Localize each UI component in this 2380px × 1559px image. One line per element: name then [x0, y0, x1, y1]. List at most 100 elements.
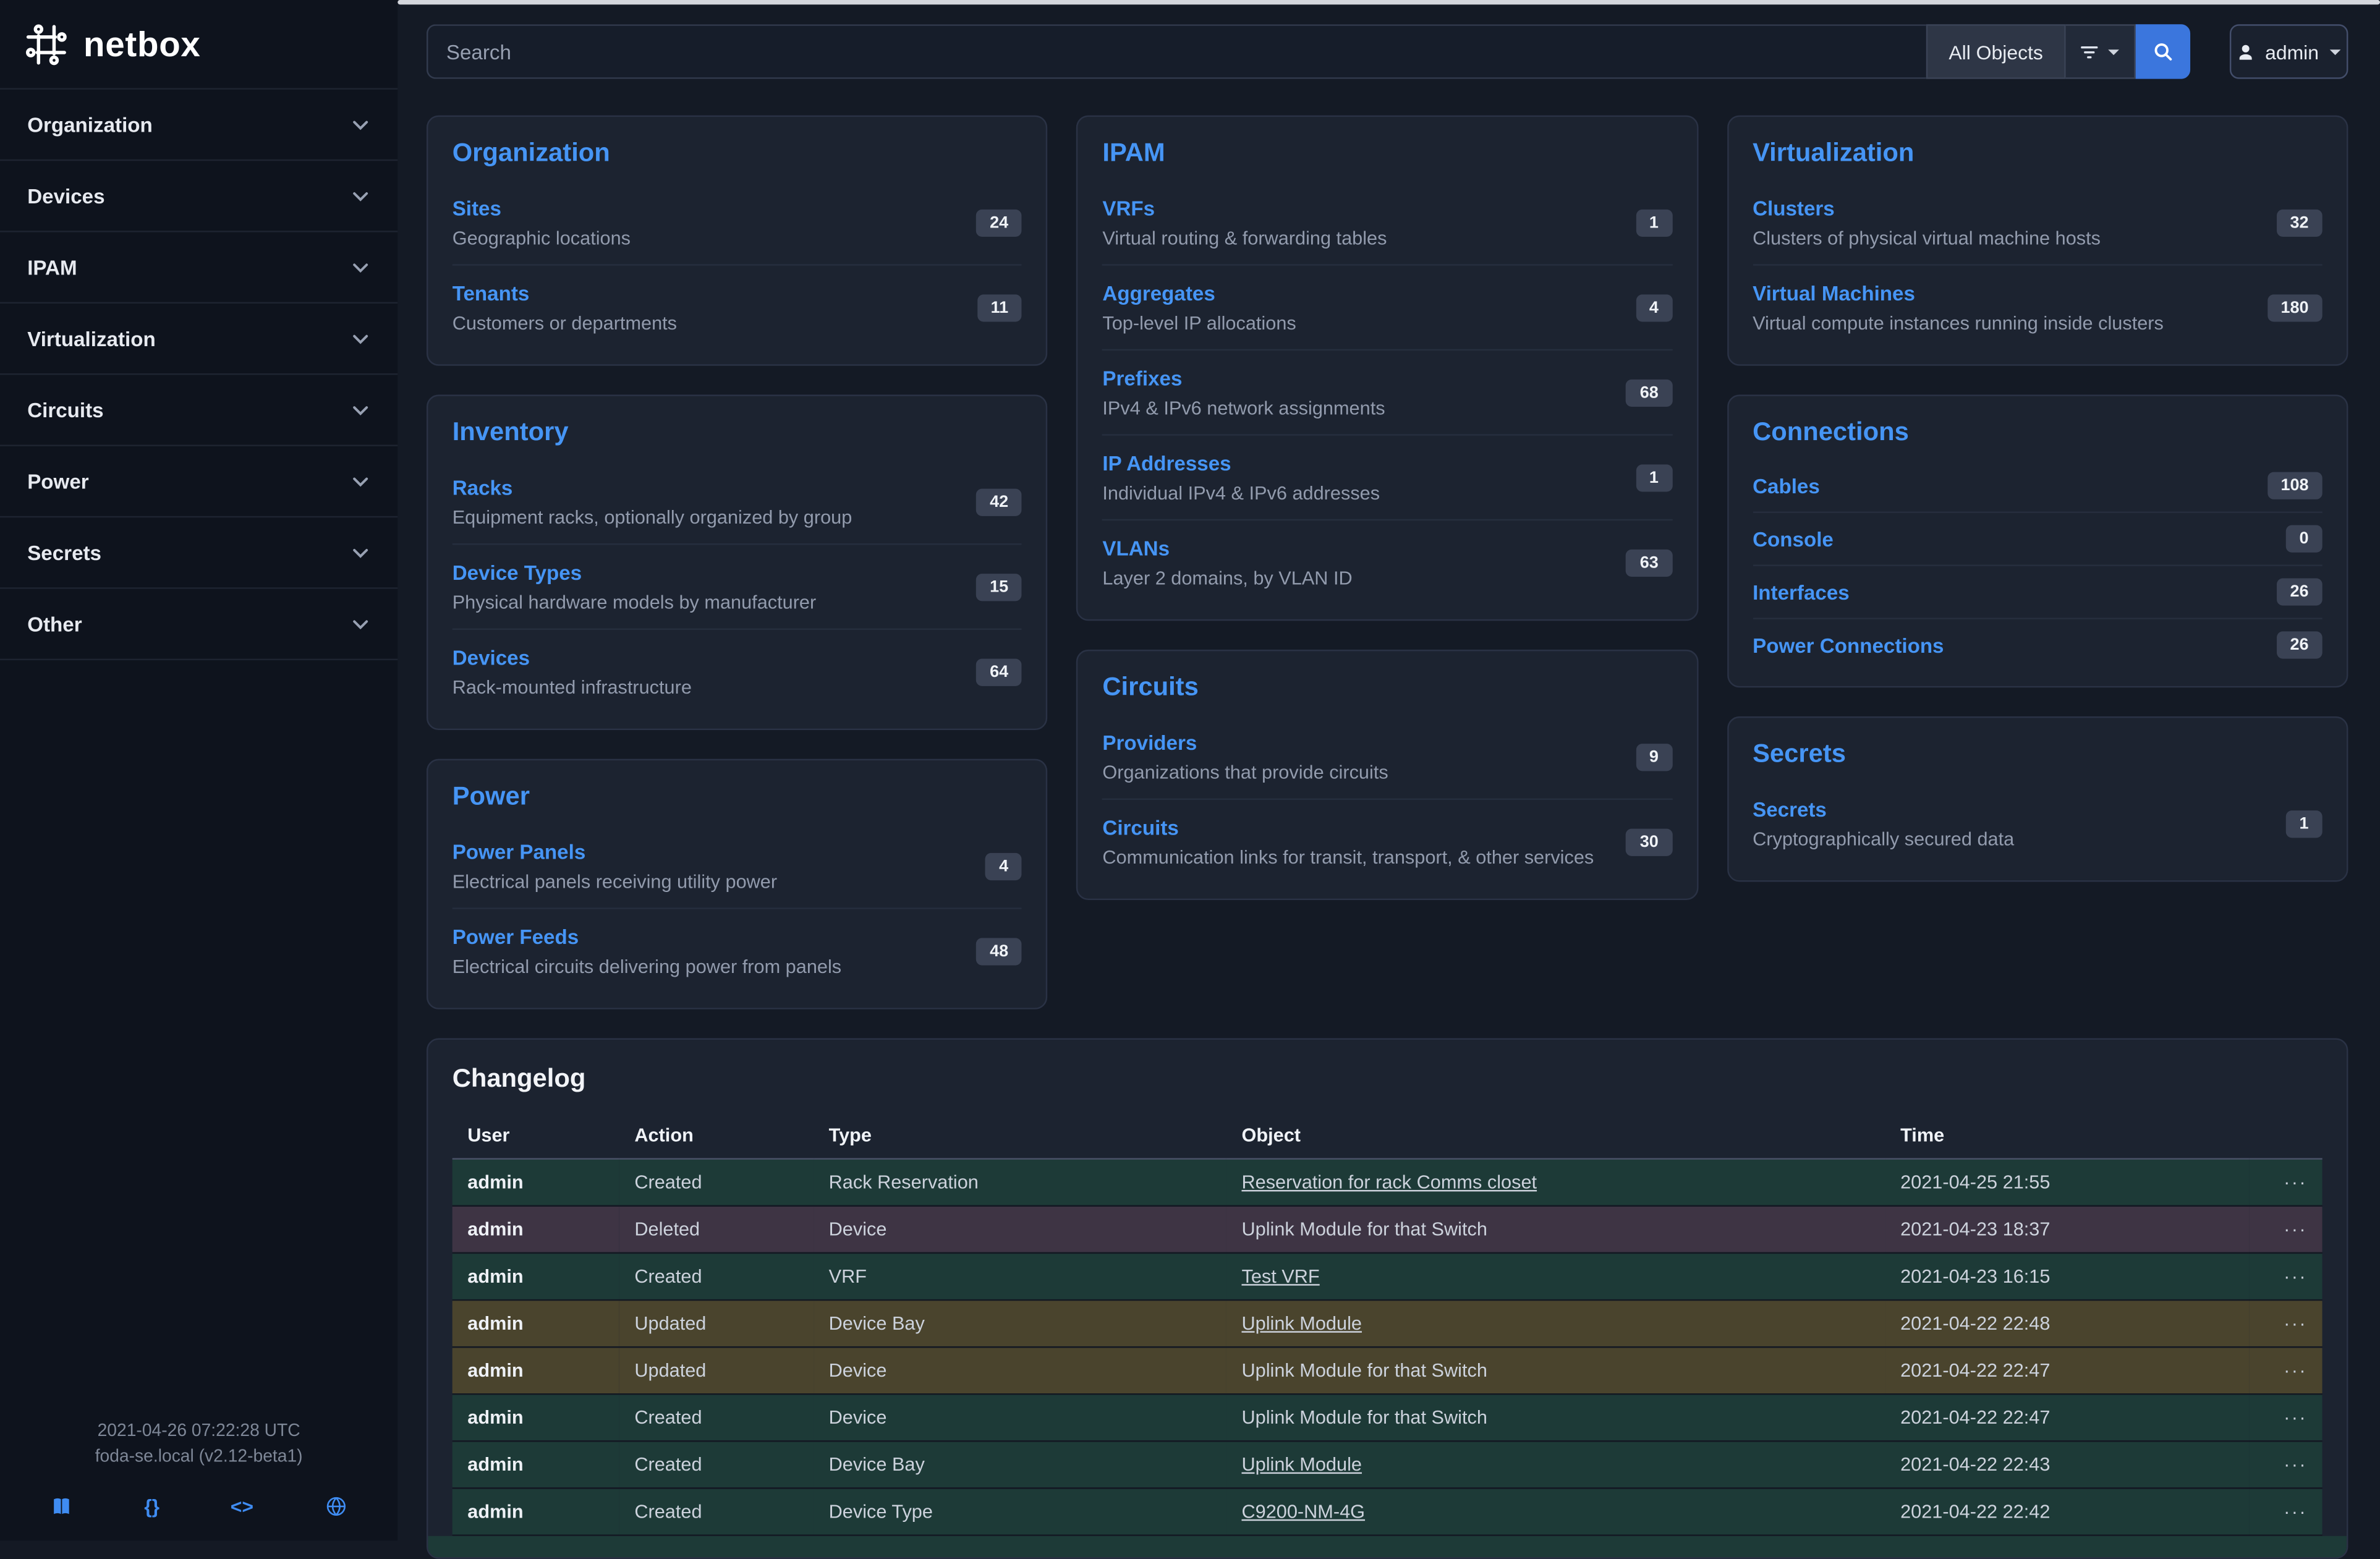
device-types-link[interactable]: Device Types: [453, 561, 582, 584]
globe-icon[interactable]: [325, 1495, 347, 1518]
changelog-row: admin Created Device Uplink Module for t…: [453, 1394, 2323, 1441]
card-circuits: Circuits Providers Organizations that pr…: [1077, 650, 1698, 900]
power-connections-link[interactable]: Power Connections: [1753, 634, 1944, 656]
changelog-object-link[interactable]: Uplink Module: [1241, 1313, 1362, 1334]
sidebar-item-virtualization[interactable]: Virtualization: [0, 304, 397, 375]
filter-icon: [2080, 42, 2099, 62]
user-icon: [2236, 42, 2256, 62]
sidebar-item-circuits[interactable]: Circuits: [0, 375, 397, 446]
row-more-button[interactable]: ···: [2250, 1441, 2323, 1488]
card-title: Inventory: [453, 417, 1022, 448]
search-submit-button[interactable]: [2136, 24, 2190, 79]
changelog-type: Device Bay: [814, 1300, 1226, 1347]
sidebar-item-label: Secrets: [27, 541, 101, 564]
row-more-button[interactable]: ···: [2250, 1347, 2323, 1394]
object-description: Cryptographically secured data: [1753, 829, 2014, 850]
object-description: Layer 2 domains, by VLAN ID: [1102, 567, 1352, 588]
col-user: User: [453, 1113, 619, 1159]
circuits-link[interactable]: Circuits: [1102, 817, 1178, 839]
cables-link[interactable]: Cables: [1753, 474, 1820, 497]
user-name: admin: [2265, 40, 2319, 63]
object-row: Virtual Machines Virtual compute instanc…: [1753, 264, 2323, 349]
filter-options-button[interactable]: [2066, 24, 2136, 79]
rest-api-braces-icon[interactable]: {}: [144, 1495, 159, 1518]
changelog-action: Deleted: [619, 1206, 814, 1253]
row-more-button[interactable]: ···: [2250, 1300, 2323, 1347]
changelog-time: 2021-04-22 22:48: [1885, 1300, 2250, 1347]
search-icon: [2153, 41, 2174, 62]
object-row: Secrets Cryptographically secured data 1: [1753, 782, 2323, 865]
power-panels-link[interactable]: Power Panels: [453, 841, 586, 864]
row-more-button[interactable]: ···: [2250, 1488, 2323, 1535]
row-more-button[interactable]: ···: [2250, 1159, 2323, 1206]
count-badge: 30: [1626, 828, 1672, 855]
netbox-logo[interactable]: netbox: [0, 0, 397, 88]
chevron-down-icon: [351, 329, 370, 349]
changelog-object-link[interactable]: C9200-NM-4G: [1241, 1501, 1365, 1522]
sidebar-item-ipam[interactable]: IPAM: [0, 232, 397, 304]
code-icon[interactable]: <>: [231, 1495, 253, 1518]
changelog-time: 2021-04-22 22:42: [1885, 1488, 2250, 1535]
object-description: Clusters of physical virtual machine hos…: [1753, 227, 2101, 249]
count-badge: 4: [985, 852, 1022, 880]
changelog-action: Created: [619, 1441, 814, 1488]
sidebar-item-devices[interactable]: Devices: [0, 161, 397, 232]
secrets-link[interactable]: Secrets: [1753, 799, 1827, 822]
object-description: Customers or departments: [453, 313, 677, 334]
power-feeds-link[interactable]: Power Feeds: [453, 926, 579, 949]
changelog-action: Created: [619, 1253, 814, 1300]
object-row: Clusters Clusters of physical virtual ma…: [1753, 181, 2323, 264]
docs-book-icon[interactable]: [51, 1495, 74, 1518]
object-row: Interfaces 26: [1753, 564, 2323, 618]
changelog-panel: Changelog User Action Type Object Time: [427, 1038, 2348, 1558]
prefixes-link[interactable]: Prefixes: [1102, 367, 1182, 390]
object-row: Tenants Customers or departments 11: [453, 264, 1022, 349]
console-link[interactable]: Console: [1753, 527, 1834, 550]
user-menu-button[interactable]: admin: [2230, 24, 2348, 79]
col-type: Type: [814, 1113, 1226, 1159]
ip-addresses-link[interactable]: IP Addresses: [1102, 452, 1231, 475]
all-objects-button[interactable]: All Objects: [1926, 24, 2065, 79]
object-description: Equipment racks, optionally organized by…: [453, 507, 852, 528]
sidebar-item-organization[interactable]: Organization: [0, 90, 397, 161]
aggregates-link[interactable]: Aggregates: [1102, 282, 1215, 305]
top-scrollbar[interactable]: [397, 0, 2380, 4]
virtual-machines-link[interactable]: Virtual Machines: [1753, 282, 1915, 305]
row-more-button[interactable]: ···: [2250, 1394, 2323, 1441]
row-more-button[interactable]: ···: [2250, 1253, 2323, 1300]
object-row: Racks Equipment racks, optionally organi…: [453, 460, 1022, 543]
object-description: Communication links for transit, transpo…: [1102, 847, 1594, 868]
object-row: VRFs Virtual routing & forwarding tables…: [1102, 181, 1672, 264]
tenants-link[interactable]: Tenants: [453, 282, 530, 305]
object-row: VLANs Layer 2 domains, by VLAN ID 63: [1102, 519, 1672, 604]
sidebar-item-label: Organization: [27, 113, 153, 136]
changelog-object-link[interactable]: Uplink Module: [1241, 1454, 1362, 1475]
caret-down-icon: [2328, 45, 2342, 58]
changelog-user: admin: [453, 1253, 619, 1300]
changelog-object-link[interactable]: Reservation for rack Comms closet: [1241, 1172, 1537, 1193]
col-time: Time: [1885, 1113, 2250, 1159]
vlans-link[interactable]: VLANs: [1102, 537, 1170, 560]
row-more-button[interactable]: ···: [2250, 1206, 2323, 1253]
card-title: Organization: [453, 138, 1022, 168]
object-description: Rack-mounted infrastructure: [453, 677, 692, 698]
sidebar-item-power[interactable]: Power: [0, 446, 397, 517]
sidebar-item-other[interactable]: Other: [0, 589, 397, 660]
changelog-object-link[interactable]: Test VRF: [1241, 1266, 1319, 1287]
vrfs-link[interactable]: VRFs: [1102, 197, 1155, 220]
sidebar: netbox Organization Devices IPAM Virtual…: [0, 0, 397, 1540]
object-description: Top-level IP allocations: [1102, 313, 1296, 334]
sidebar-item-secrets[interactable]: Secrets: [0, 517, 397, 588]
object-row: IP Addresses Individual IPv4 & IPv6 addr…: [1102, 434, 1672, 519]
devices-link[interactable]: Devices: [453, 647, 530, 669]
object-row: Providers Organizations that provide cir…: [1102, 715, 1672, 798]
providers-link[interactable]: Providers: [1102, 731, 1197, 754]
sidebar-item-label: Virtualization: [27, 327, 156, 350]
sidebar-item-label: Circuits: [27, 399, 103, 422]
racks-link[interactable]: Racks: [453, 477, 513, 499]
clusters-link[interactable]: Clusters: [1753, 197, 1835, 220]
changelog-header-row: User Action Type Object Time: [453, 1113, 2323, 1159]
search-input[interactable]: [427, 24, 1926, 79]
sites-link[interactable]: Sites: [453, 197, 501, 220]
interfaces-link[interactable]: Interfaces: [1753, 580, 1850, 603]
